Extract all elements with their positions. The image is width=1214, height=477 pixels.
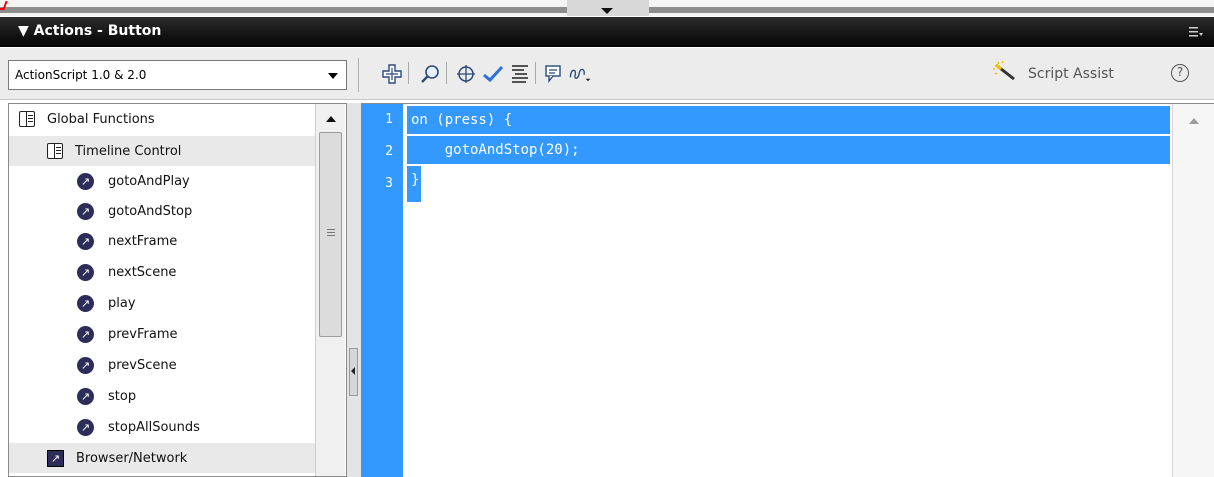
tree-item-prevframe[interactable]: ↗ prevFrame (9, 319, 315, 349)
chevron-down-icon (328, 73, 338, 79)
function-icon: ↗ (77, 172, 94, 190)
scroll-up-icon[interactable] (1189, 118, 1199, 124)
panel-splitter[interactable] (347, 103, 361, 477)
editor-scrollbar[interactable] (1172, 104, 1214, 477)
panel-title[interactable]: ▼ Actions - Button (18, 23, 161, 39)
tree-item-label: stopAllSounds (108, 419, 200, 435)
panel-menu-icon[interactable] (1188, 25, 1204, 39)
panel-title-bar[interactable]: ▼ Actions - Button (0, 17, 1214, 47)
line-number: 3 (385, 176, 393, 191)
function-icon: ↗ (77, 356, 94, 374)
script-assist-label: Script Assist (1028, 66, 1114, 82)
language-select[interactable]: ActionScript 1.0 & 2.0 (8, 60, 347, 90)
collapse-toolbox-handle[interactable] (349, 348, 358, 396)
debug-options-icon[interactable] (568, 62, 592, 86)
selection-tail (407, 194, 421, 202)
tree-item-nextscene[interactable]: ↗ nextScene (9, 257, 315, 287)
line-number: 1 (385, 112, 393, 127)
tree-item-label: Browser/Network (76, 450, 188, 466)
tree-item-label: prevScene (108, 357, 177, 373)
show-code-hint-icon[interactable] (542, 62, 566, 86)
function-icon: ↗ (77, 232, 94, 250)
book-icon (19, 111, 35, 127)
tree-item-timeline-control[interactable]: Timeline Control (9, 136, 315, 166)
tree-item-label: prevFrame (108, 326, 178, 342)
tree-item-label: play (108, 295, 136, 311)
tree-item-stop[interactable]: ↗ stop (9, 381, 315, 411)
code-line[interactable]: on (press) { (407, 106, 1170, 134)
actions-toolbar: ActionScript 1.0 & 2.0 Script Assist ? (0, 48, 1214, 100)
line-number-gutter: 1 2 3 (361, 104, 403, 477)
function-icon: ↗ (77, 294, 94, 312)
toolbar-separator (446, 62, 447, 84)
function-icon: ↗ (77, 202, 94, 220)
tree-item-label: nextFrame (108, 233, 178, 249)
tree-item-browser-network[interactable]: ↗ Browser/Network (9, 443, 315, 473)
collapse-arrow-icon[interactable] (601, 8, 613, 14)
tree-item-prevscene[interactable]: ↗ prevScene (9, 350, 315, 380)
scrollbar-thumb[interactable] (319, 132, 342, 337)
tree-item-gotoandplay[interactable]: ↗ gotoAndPlay (9, 166, 315, 196)
tree-item-label: nextScene (108, 264, 177, 280)
toolbox-scrollbar[interactable] (315, 104, 345, 476)
magic-wand-icon (992, 60, 1018, 87)
tree-item-label: stop (108, 388, 137, 404)
help-icon[interactable]: ? (1171, 64, 1189, 82)
tree-item-label: Timeline Control (75, 143, 182, 159)
tree-item-global-functions[interactable]: Global Functions (9, 104, 315, 134)
toolbar-separator (408, 62, 409, 84)
tree-item-label: gotoAndPlay (108, 173, 190, 189)
insert-target-path-icon[interactable] (454, 62, 478, 86)
tree-item-stopallsounds[interactable]: ↗ stopAllSounds (9, 412, 315, 442)
check-syntax-icon[interactable] (481, 62, 505, 86)
book-icon (47, 143, 63, 159)
code-line[interactable]: } (407, 166, 421, 194)
function-icon: ↗ (77, 387, 94, 405)
actions-toolbox: Global Functions Timeline Control ↗ goto… (8, 103, 347, 477)
tree-item-label: Global Functions (47, 111, 155, 127)
scroll-up-icon[interactable] (326, 116, 336, 122)
tree-item-gotoandstop[interactable]: ↗ gotoAndStop (9, 196, 315, 226)
code-line[interactable]: gotoAndStop(20); (407, 136, 1170, 164)
add-item-icon[interactable] (380, 62, 404, 86)
toolbar-separator (535, 62, 536, 84)
function-icon: ↗ (77, 418, 94, 436)
auto-format-icon[interactable] (508, 62, 532, 86)
chevron-left-icon (351, 367, 355, 375)
toolbar-divider (358, 58, 359, 92)
function-icon: ↗ (77, 325, 94, 343)
language-select-value: ActionScript 1.0 & 2.0 (15, 68, 147, 82)
category-icon: ↗ (47, 449, 64, 467)
script-editor[interactable]: 1 2 3 on (press) { gotoAndStop(20); } (361, 103, 1214, 477)
grip-icon (327, 229, 335, 230)
function-icon: ↗ (77, 263, 94, 281)
tree-item-nextframe[interactable]: ↗ nextFrame (9, 226, 315, 256)
tree-item-label: gotoAndStop (108, 203, 193, 219)
top-strip (0, 0, 1214, 16)
script-assist-button[interactable]: Script Assist (992, 60, 1114, 87)
tree-item-play[interactable]: ↗ play (9, 288, 315, 318)
line-number: 2 (385, 144, 393, 159)
find-icon[interactable] (418, 62, 442, 86)
